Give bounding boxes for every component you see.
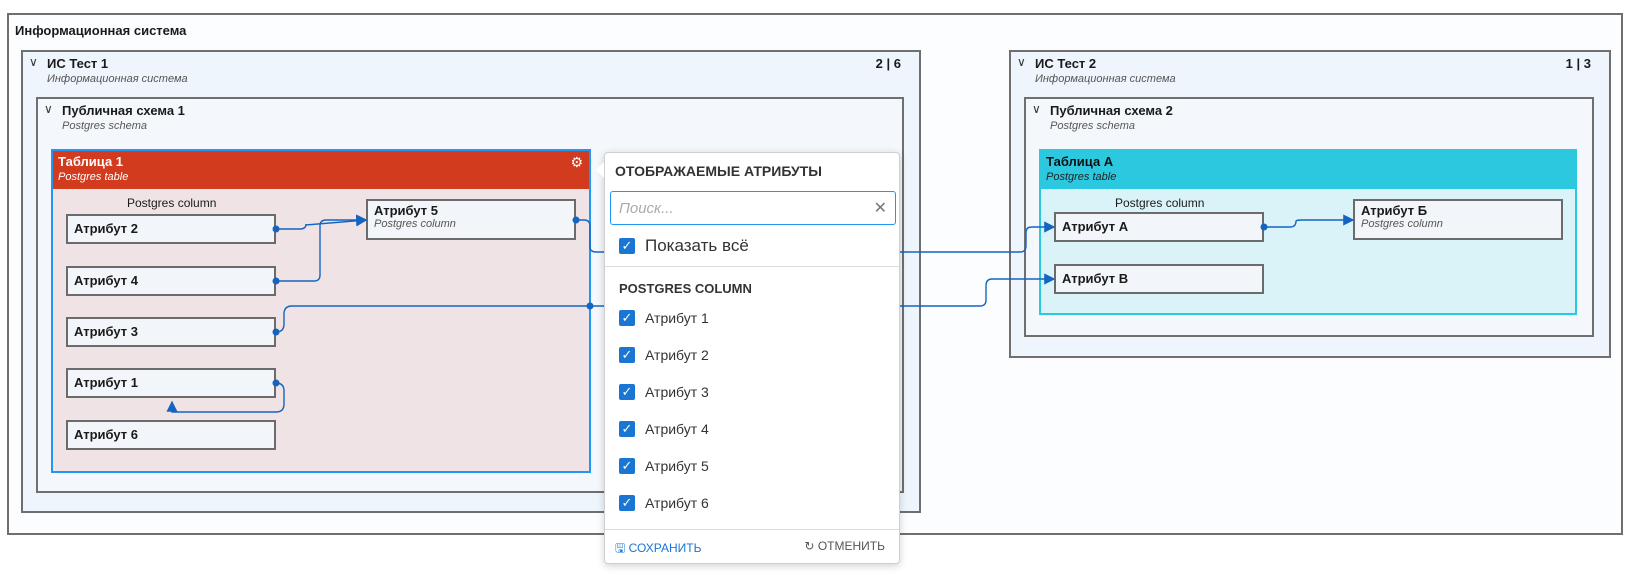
check-icon: ✓ [619, 347, 635, 364]
gear-icon[interactable]: ⚙ [570, 154, 583, 171]
tableA-group-label: Postgres column [1115, 196, 1205, 210]
table1-subtitle: Postgres table [58, 171, 129, 183]
check-icon: ✓ [619, 421, 635, 438]
popup-title: ОТОБРАЖАЕМЫЕ АТРИБУТЫ [615, 163, 823, 179]
show-all-checkbox[interactable]: ✓ Показать всё [619, 235, 749, 256]
is2-count: 1 | 3 [1565, 56, 1591, 71]
divider [605, 529, 899, 530]
schema1-subtitle: Postgres schema [62, 120, 147, 132]
close-icon[interactable]: ✕ [874, 198, 887, 218]
is1-subtitle: Информационная система [47, 73, 188, 85]
attr-checkbox-3[interactable]: ✓ Атрибут 3 [619, 383, 709, 401]
is2-subtitle: Информационная система [1035, 73, 1176, 85]
attr-type: Postgres column [374, 218, 456, 230]
tableA-header: Таблица А Postgres table [1041, 151, 1575, 189]
check-icon: ✓ [619, 310, 635, 327]
table1-attr-4[interactable]: Атрибут 4 [66, 266, 276, 296]
schema1-title: Публичная схема 1 [62, 103, 185, 118]
chevron-down-icon[interactable]: ∨ [1017, 55, 1031, 69]
attr-checkbox-2[interactable]: ✓ Атрибут 2 [619, 346, 709, 364]
table1-attr-6[interactable]: Атрибут 6 [66, 420, 276, 450]
attr-checkbox-5[interactable]: ✓ Атрибут 5 [619, 457, 709, 475]
save-button[interactable]: 🖫 СОХРАНИТЬ [615, 539, 701, 560]
attributes-popup: ОТОБРАЖАЕМЫЕ АТРИБУТЫ Поиск... ✕ ✓ Показа… [604, 152, 900, 564]
chevron-down-icon[interactable]: ∨ [29, 55, 43, 69]
attr-checkbox-6[interactable]: ✓ Атрибут 6 [619, 494, 709, 512]
root-title: Информационная система [15, 23, 187, 38]
tableA-attr-v[interactable]: Атрибут В [1054, 264, 1264, 294]
tableA-attr-a[interactable]: Атрибут А [1054, 212, 1264, 242]
table1-attr-5[interactable]: Атрибут 5 Postgres column [366, 199, 576, 240]
table1-attr-3[interactable]: Атрибут 3 [66, 317, 276, 347]
save-icon: 🖫 [615, 541, 626, 555]
popup-pointer [596, 162, 604, 178]
attr-name: Атрибут 5 [374, 203, 438, 218]
table1-header: Таблица 1 Postgres table ⚙ [53, 151, 589, 189]
table1-group-label: Postgres column [127, 196, 217, 210]
is1-title: ИС Тест 1 [47, 56, 109, 71]
table1-attr-2[interactable]: Атрибут 2 [66, 214, 276, 244]
tableA-attr-b[interactable]: Атрибут Б Postgres column [1353, 199, 1563, 240]
cancel-button[interactable]: ↻ ОТМЕНИТЬ [804, 539, 885, 553]
is2-title: ИС Тест 2 [1035, 56, 1097, 71]
divider [605, 266, 899, 267]
attr-checkbox-4[interactable]: ✓ Атрибут 4 [619, 420, 709, 438]
tableA-subtitle: Postgres table [1046, 171, 1117, 183]
attr-type: Postgres column [1361, 218, 1443, 230]
search-placeholder: Поиск... [619, 200, 674, 217]
search-input[interactable]: Поиск... ✕ [610, 191, 896, 225]
attr-checkbox-1[interactable]: ✓ Атрибут 1 [619, 309, 709, 327]
schema2-subtitle: Postgres schema [1050, 120, 1135, 132]
check-icon: ✓ [619, 458, 635, 475]
group-header: POSTGRES COLUMN [619, 281, 752, 296]
check-icon: ✓ [619, 384, 635, 401]
attr-name: Атрибут Б [1361, 203, 1428, 218]
table1-title: Таблица 1 [58, 154, 124, 169]
is1-count: 2 | 6 [875, 56, 901, 71]
check-icon: ✓ [619, 237, 635, 254]
chevron-down-icon[interactable]: ∨ [1032, 102, 1046, 116]
chevron-down-icon[interactable]: ∨ [44, 102, 58, 116]
table1-attr-1[interactable]: Атрибут 1 [66, 368, 276, 398]
check-icon: ✓ [619, 495, 635, 512]
reset-icon: ↻ [804, 539, 815, 553]
schema2-title: Публичная схема 2 [1050, 103, 1173, 118]
tableA-title: Таблица А [1046, 154, 1114, 169]
